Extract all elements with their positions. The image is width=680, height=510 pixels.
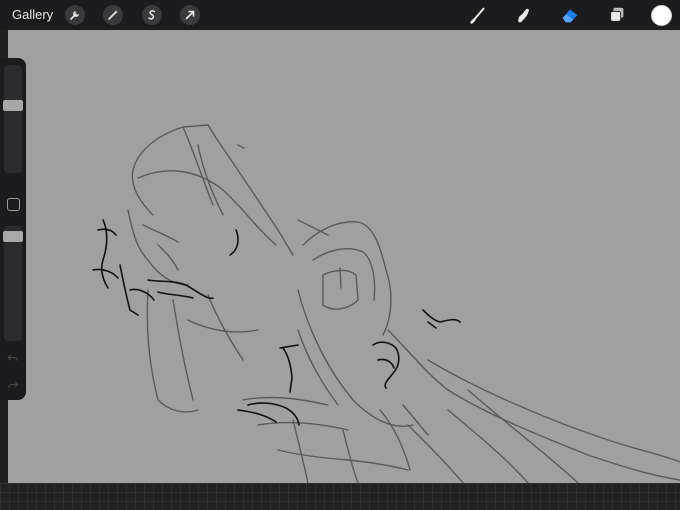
eraser-icon[interactable] [559, 4, 581, 26]
sketch-artwork [92, 124, 680, 483]
canvas-edge-grid [0, 483, 680, 510]
brush-size-knob[interactable] [3, 100, 23, 111]
undo-icon[interactable] [6, 351, 20, 365]
drawing-canvas[interactable] [8, 30, 680, 483]
opacity-slider[interactable] [3, 226, 23, 341]
color-picker-button[interactable] [651, 5, 672, 26]
transform-arrow-icon[interactable] [180, 5, 200, 25]
left-sidebar [0, 58, 26, 400]
modify-button[interactable] [7, 198, 20, 211]
selection-icon[interactable] [142, 5, 162, 25]
brush-icon[interactable] [468, 4, 490, 26]
top-toolbar: Gallery [0, 0, 680, 30]
smudge-icon[interactable] [513, 4, 535, 26]
layers-icon[interactable] [606, 4, 628, 26]
brush-size-slider[interactable] [3, 65, 23, 173]
gallery-button[interactable]: Gallery [12, 7, 53, 22]
wrench-icon[interactable] [65, 5, 85, 25]
magic-wand-icon[interactable] [103, 5, 123, 25]
redo-icon[interactable] [6, 378, 20, 392]
opacity-knob[interactable] [3, 231, 23, 242]
